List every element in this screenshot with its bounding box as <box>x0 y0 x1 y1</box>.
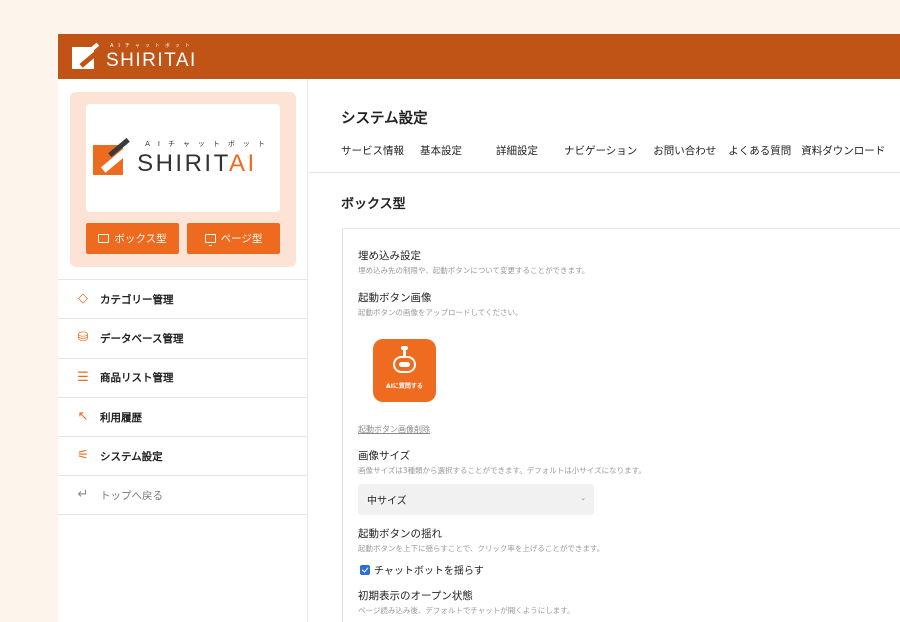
sidebar-item-label: システム設定 <box>100 450 163 463</box>
settings-panel: 埋め込み設定 埋め込み先の制限や、起動ボタンについて変更することができます。 起… <box>342 228 900 622</box>
chat-box-icon <box>98 234 110 243</box>
logo-mark-icon <box>93 137 134 175</box>
tab-contact[interactable]: お問い合わせ <box>653 143 716 158</box>
embed-settings-label: 埋め込み設定 <box>358 250 421 262</box>
sidebar-logo-sub: AIチャットボット <box>145 139 273 148</box>
chevron-down-icon: ⌄ <box>580 494 586 502</box>
open-state-desc: ページ読み込み後、デフォルトでチャットが開くようにします。 <box>358 606 575 615</box>
tabs-divider <box>309 172 900 173</box>
sidebar-item-product-list[interactable]: ☰ 商品リスト管理 <box>58 357 308 397</box>
header-logo-main: SHIRITAI <box>106 50 197 71</box>
tab-service-info[interactable]: サービス情報 <box>341 143 404 158</box>
return-icon: ↵ <box>77 487 89 503</box>
shake-label: 起動ボタンの揺れ <box>358 528 442 540</box>
open-state-label: 初期表示のオープン状態 <box>358 590 473 602</box>
button-image-desc: 起動ボタンの画像をアップロードしてください。 <box>358 308 523 317</box>
shake-checkbox-row[interactable]: チャットボットを揺らす <box>360 562 484 577</box>
sidebar-item-system-settings[interactable]: ⚟ システム設定 <box>58 436 308 475</box>
cursor-icon: ↖ <box>77 409 89 425</box>
image-size-select[interactable]: 中サイズ ⌄ <box>358 484 594 515</box>
sidebar-nav: ◇ カテゴリー管理 ⛁ データベース管理 ☰ 商品リスト管理 ↖ 利用履歴 ⚟ … <box>58 279 308 515</box>
sidebar-item-back-to-top[interactable]: ↵ トップへ戻る <box>58 475 308 515</box>
sidebar-item-database[interactable]: ⛁ データベース管理 <box>58 318 308 357</box>
database-icon: ⛁ <box>77 330 89 346</box>
image-size-desc: 画像サイズは3種類から選択することができます。デフォルトは小サイズになります。 <box>358 466 646 475</box>
header-logo[interactable]: AIチャットボット SHIRITAI <box>72 40 197 74</box>
embed-settings-desc: 埋め込み先の制限や、起動ボタンについて変更することができます。 <box>358 266 590 275</box>
sidebar: AIチャットボット SHIRITAI ボックス型 ページ型 ◇ カテゴリー管理 … <box>58 79 308 622</box>
launch-button-image[interactable]: AIに質問する <box>373 339 436 402</box>
shake-checkbox[interactable] <box>360 564 370 575</box>
tag-icon: ◇ <box>78 291 88 307</box>
sidebar-item-history[interactable]: ↖ 利用履歴 <box>58 396 308 436</box>
sidebar-logo-box: AIチャットボット SHIRITAI <box>86 104 280 212</box>
tab-downloads[interactable]: 資料ダウンロード <box>801 143 885 158</box>
shake-checkbox-label: チャットボットを揺らす <box>374 566 484 577</box>
tab-faq[interactable]: よくある質問 <box>728 143 791 158</box>
launch-button-image-text: AIに質問する <box>386 383 423 390</box>
page-type-label: ページ型 <box>220 233 263 245</box>
shake-desc: 起動ボタンを上下に揺らすことで、クリック率を上げることができます。 <box>358 544 605 553</box>
image-size-selected: 中サイズ <box>367 496 407 507</box>
main-content: システム設定 サービス情報 基本設定 詳細設定 ナビゲーション お問い合わせ よ… <box>309 79 900 622</box>
sidebar-item-label: トップへ戻る <box>100 489 163 502</box>
section-title: ボックス型 <box>341 197 406 212</box>
sidebar-logo-main: SHIRIT <box>137 149 229 177</box>
tab-basic-settings[interactable]: 基本設定 <box>420 143 462 158</box>
sidebar-item-label: 利用履歴 <box>100 411 142 424</box>
button-image-label: 起動ボタン画像 <box>358 292 432 304</box>
sidebar-item-category[interactable]: ◇ カテゴリー管理 <box>58 279 308 318</box>
box-type-button[interactable]: ボックス型 <box>86 223 179 254</box>
settings-tabs: サービス情報 基本設定 詳細設定 ナビゲーション お問い合わせ よくある質問 資… <box>341 143 900 158</box>
header-logo-sub: AIチャットボット <box>110 43 195 49</box>
sidebar-logo: AIチャットボット SHIRITAI <box>93 137 273 177</box>
top-header: AIチャットボット SHIRITAI <box>58 34 900 79</box>
robot-icon <box>393 356 416 373</box>
sidebar-item-label: データベース管理 <box>100 332 184 345</box>
page-title: システム設定 <box>341 111 428 127</box>
image-size-label: 画像サイズ <box>358 450 411 462</box>
sidebar-logo-ai: AI <box>228 149 257 177</box>
sidebar-item-label: カテゴリー管理 <box>100 293 174 306</box>
app-window: AIチャットボット SHIRITAI AIチャットボット SHIRITAI ボッ… <box>58 34 900 622</box>
monitor-icon <box>204 234 216 246</box>
list-icon: ☰ <box>77 369 89 385</box>
page-type-button[interactable]: ページ型 <box>187 223 280 254</box>
box-type-label: ボックス型 <box>114 233 167 245</box>
delete-button-image-link[interactable]: 起動ボタン画像削除 <box>358 424 430 435</box>
logo-mark-icon <box>72 42 103 70</box>
tab-navigation[interactable]: ナビゲーション <box>564 143 637 158</box>
sidebar-card: AIチャットボット SHIRITAI ボックス型 ページ型 <box>70 92 296 267</box>
tab-detail-settings[interactable]: 詳細設定 <box>496 143 538 158</box>
sidebar-item-label: 商品リスト管理 <box>100 372 174 385</box>
sliders-icon: ⚟ <box>77 448 89 464</box>
